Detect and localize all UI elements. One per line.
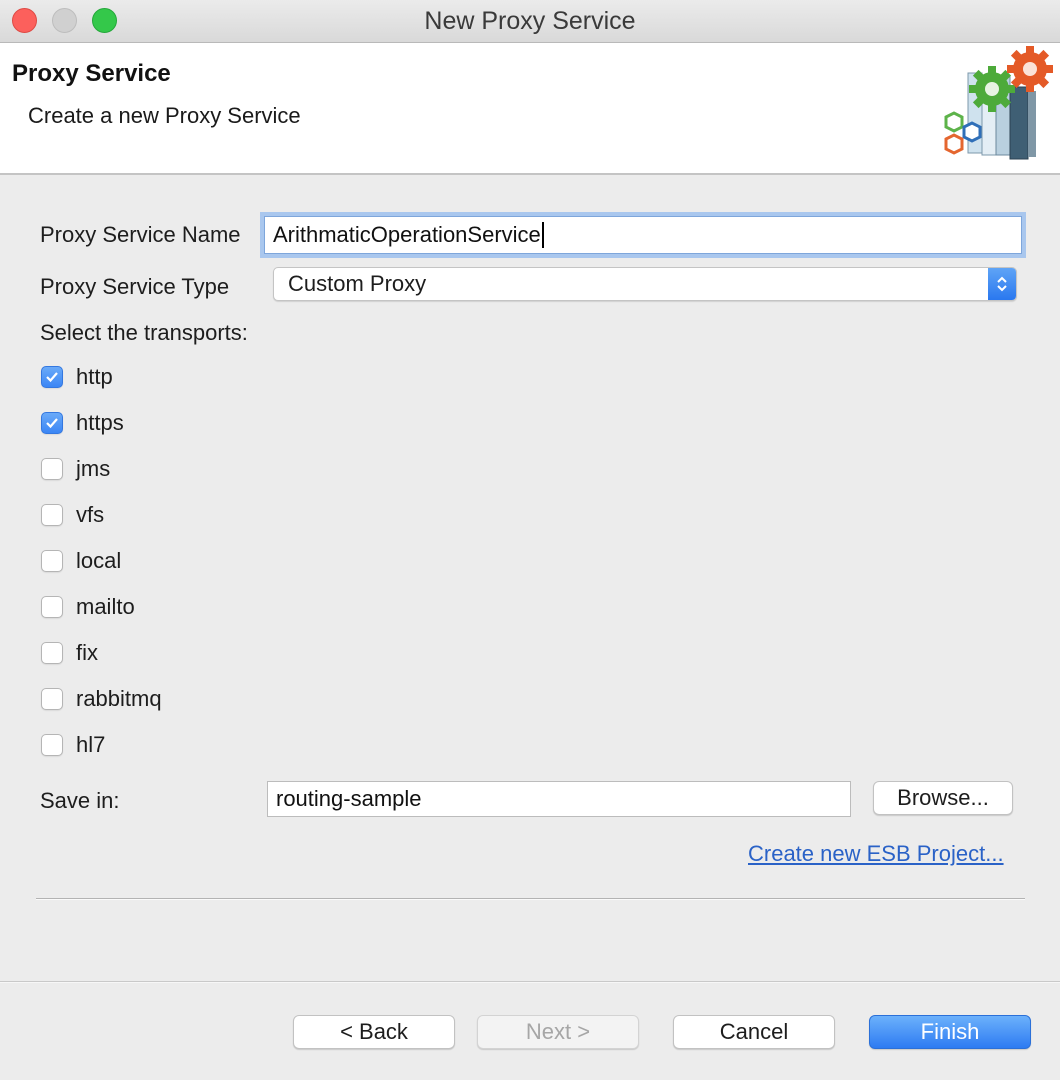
checkbox-unchecked-icon[interactable] (41, 458, 63, 480)
wizard-description: Create a new Proxy Service (28, 103, 301, 128)
window-title: New Proxy Service (424, 7, 636, 35)
transport-label: https (76, 410, 124, 435)
wizard-header: Proxy Service Create a new Proxy Service (0, 43, 1060, 175)
wizard-gears-icon (944, 46, 1053, 160)
proxy-type-label: Proxy Service Type (40, 274, 230, 299)
transport-checkbox-http[interactable]: http (41, 364, 113, 390)
checkbox-unchecked-icon[interactable] (41, 642, 63, 664)
checkbox-unchecked-icon[interactable] (41, 504, 63, 526)
transport-checkbox-https[interactable]: https (41, 410, 124, 436)
proxy-type-select[interactable]: Custom Proxy (273, 267, 1017, 301)
checkbox-checked-icon[interactable] (41, 366, 63, 388)
transport-label: vfs (76, 502, 105, 527)
next-button[interactable]: Next > (477, 1015, 639, 1049)
transport-label: local (76, 548, 122, 573)
transport-label: http (76, 364, 113, 389)
back-button[interactable]: < Back (293, 1015, 455, 1049)
transport-checkbox-vfs[interactable]: vfs (41, 502, 104, 528)
transport-checkbox-fix[interactable]: fix (41, 640, 98, 666)
checkbox-checked-icon[interactable] (41, 412, 63, 434)
transport-checkbox-rabbitmq[interactable]: rabbitmq (41, 686, 162, 712)
text-caret (541, 222, 544, 248)
transport-label: hl7 (76, 732, 106, 757)
transport-label: fix (76, 640, 98, 665)
transport-label: jms (76, 456, 111, 481)
proxy-name-input[interactable]: ArithmaticOperationService (264, 216, 1022, 254)
proxy-type-value: Custom Proxy (288, 271, 427, 296)
browse-button[interactable]: Browse... (873, 781, 1013, 815)
proxy-name-value: ArithmaticOperationService (273, 222, 541, 247)
proxy-name-label: Proxy Service Name (40, 222, 241, 247)
save-in-input[interactable]: routing-sample (267, 781, 851, 817)
transport-checkbox-mailto[interactable]: mailto (41, 594, 135, 620)
transport-checkbox-hl7[interactable]: hl7 (41, 732, 105, 758)
save-in-label: Save in: (40, 788, 120, 813)
transport-label: rabbitmq (76, 686, 162, 711)
checkbox-unchecked-icon[interactable] (41, 550, 63, 572)
cancel-button[interactable]: Cancel (673, 1015, 835, 1049)
transports-label: Select the transports: (40, 320, 248, 345)
checkbox-unchecked-icon[interactable] (41, 596, 63, 618)
select-arrows-icon (988, 268, 1016, 300)
checkbox-unchecked-icon[interactable] (41, 734, 63, 756)
transport-checkbox-jms[interactable]: jms (41, 456, 110, 482)
transport-checkbox-local[interactable]: local (41, 548, 121, 574)
save-in-value: routing-sample (276, 786, 422, 811)
wizard-title: Proxy Service (12, 60, 171, 87)
create-esb-project-link[interactable]: Create new ESB Project... (748, 841, 1004, 867)
form-separator (36, 898, 1025, 900)
footer-separator (0, 981, 1060, 983)
title-bar: New Proxy Service (0, 0, 1060, 43)
finish-button[interactable]: Finish (869, 1015, 1031, 1049)
checkbox-unchecked-icon[interactable] (41, 688, 63, 710)
transport-label: mailto (76, 594, 135, 619)
